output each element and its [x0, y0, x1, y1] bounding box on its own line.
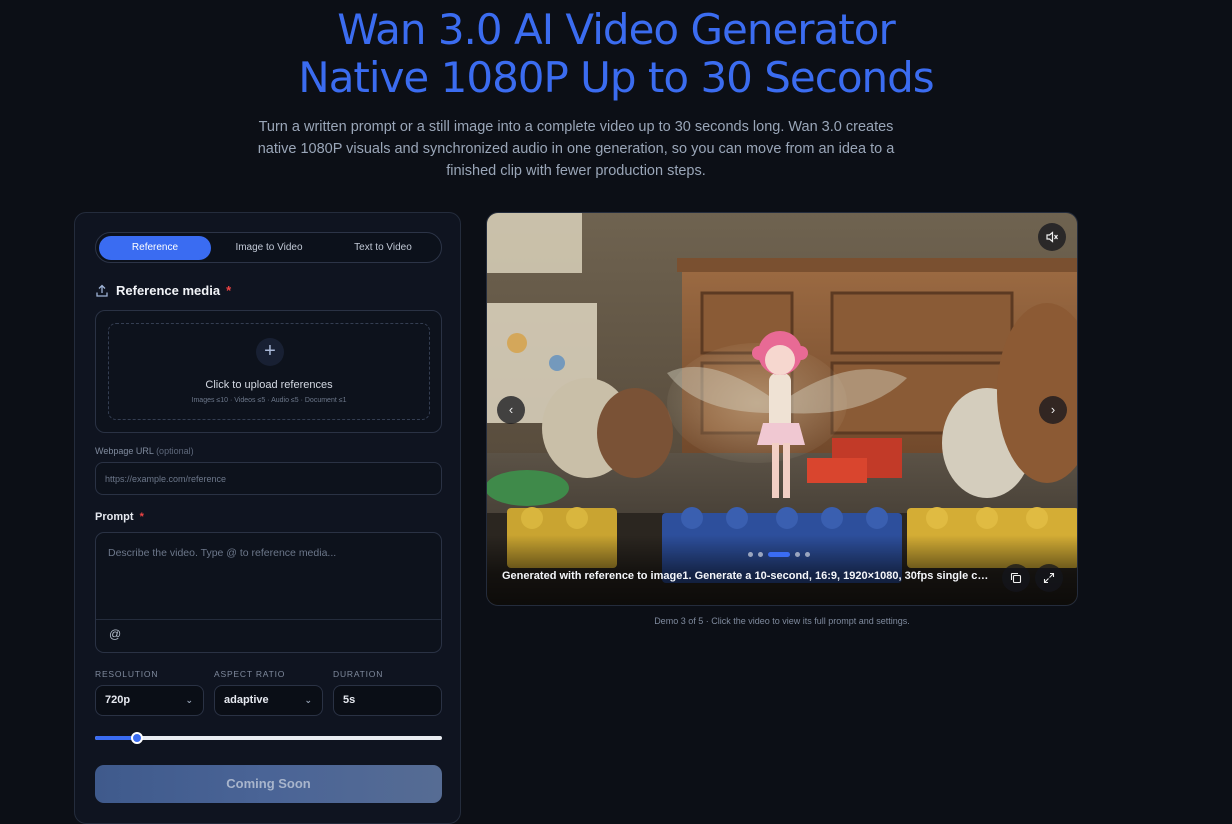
- duration-value: 5s: [343, 694, 356, 706]
- mode-tabs: Reference Image to Video Text to Video: [95, 232, 442, 263]
- generator-panel: Reference Image to Video Text to Video R…: [74, 212, 461, 824]
- generate-button[interactable]: Coming Soon: [95, 765, 442, 803]
- resolution-select[interactable]: 720p ⌄: [95, 685, 204, 716]
- tab-reference[interactable]: Reference: [99, 236, 211, 260]
- aspect-ratio-label: ASPECT RATIO: [214, 669, 286, 679]
- tab-image-to-video[interactable]: Image to Video: [214, 236, 324, 260]
- video-player[interactable]: ‹ › Generated with reference to image1. …: [486, 212, 1078, 606]
- reference-media-heading: Reference media *: [95, 283, 231, 298]
- slider-thumb[interactable]: [131, 732, 143, 744]
- duration-label: DURATION: [333, 669, 384, 679]
- resolution-label: RESOLUTION: [95, 669, 159, 679]
- required-mark: *: [226, 283, 232, 298]
- duration-slider[interactable]: [95, 732, 442, 744]
- chevron-left-icon: ‹: [508, 402, 514, 417]
- fullscreen-button[interactable]: [1035, 564, 1063, 592]
- carousel-dot[interactable]: [748, 552, 753, 557]
- carousel-dot[interactable]: [768, 552, 790, 557]
- upload-area: + Click to upload references Images ≤10 …: [95, 310, 442, 433]
- upload-icon: [96, 284, 108, 297]
- prev-button[interactable]: ‹: [497, 396, 525, 424]
- prompt-box: @: [95, 532, 442, 653]
- webpage-url-input[interactable]: [95, 462, 442, 495]
- upload-dropzone[interactable]: + Click to upload references Images ≤10 …: [108, 323, 430, 420]
- tab-text-to-video[interactable]: Text to Video: [327, 236, 439, 260]
- hero-subtitle: Turn a written prompt or a still image i…: [257, 119, 895, 179]
- upload-title: Click to upload references: [205, 379, 333, 391]
- hero-title: Wan 3.0 AI Video Generator Native 1080P …: [0, 6, 1232, 102]
- expand-icon: [1043, 572, 1055, 584]
- chevron-down-icon: ⌄: [185, 695, 193, 705]
- carousel-dots: [748, 552, 810, 557]
- hero-title-line2: Native 1080P Up to 30 Seconds: [298, 53, 934, 102]
- copy-button[interactable]: [1002, 564, 1030, 592]
- prompt-textarea[interactable]: [96, 533, 441, 619]
- aspect-ratio-select[interactable]: adaptive ⌄: [214, 685, 323, 716]
- reference-media-label: Reference media: [116, 283, 221, 298]
- mention-button[interactable]: @: [109, 627, 121, 641]
- prompt-divider: [96, 619, 441, 620]
- carousel-dot[interactable]: [805, 552, 810, 557]
- optional-note: (optional): [156, 446, 194, 456]
- prompt-heading: Prompt *: [95, 511, 144, 523]
- mute-button[interactable]: [1038, 223, 1066, 251]
- upload-hint: Images ≤10 · Videos ≤5 · Audio ≤5 · Docu…: [191, 397, 347, 404]
- next-button[interactable]: ›: [1039, 396, 1067, 424]
- webpage-url-label: Webpage URL (optional): [95, 446, 194, 456]
- copy-icon: [1010, 572, 1022, 584]
- plus-icon: +: [256, 338, 284, 366]
- volume-mute-icon: [1046, 231, 1058, 243]
- video-caption[interactable]: Generated with reference to image1. Gene…: [502, 570, 994, 582]
- chevron-right-icon: ›: [1050, 402, 1056, 417]
- duration-field[interactable]: 5s: [333, 685, 442, 716]
- webpage-url-label-text: Webpage URL: [95, 446, 154, 456]
- aspect-ratio-value: adaptive: [224, 694, 269, 706]
- demo-note: Demo 3 of 5 · Click the video to view it…: [654, 616, 910, 626]
- prompt-label: Prompt: [95, 511, 134, 523]
- carousel-dot[interactable]: [758, 552, 763, 557]
- prompt-required-mark: *: [139, 511, 144, 523]
- resolution-value: 720p: [105, 694, 131, 706]
- carousel-dot[interactable]: [795, 552, 800, 557]
- chevron-down-icon: ⌄: [304, 695, 312, 705]
- hero-title-line1: Wan 3.0 AI Video Generator: [337, 5, 895, 54]
